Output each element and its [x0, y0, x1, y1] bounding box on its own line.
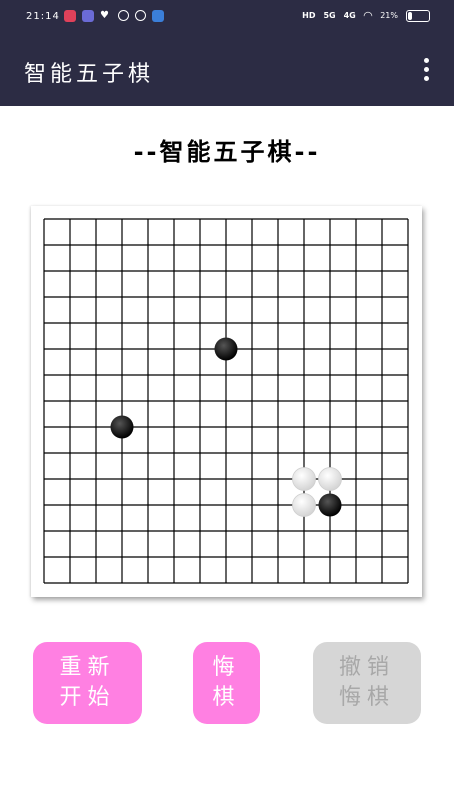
white-stone: [292, 493, 316, 517]
gomoku-board[interactable]: [31, 206, 422, 597]
black-stone: [214, 337, 238, 361]
notification-icons: ♥: [64, 10, 164, 22]
page-title: --智能五子棋--: [133, 138, 321, 166]
status-bar: 21:14 ♥ HD 5G 4G ◠ 21%: [0, 0, 454, 36]
black-stone: [110, 415, 134, 439]
status-time: 21:14: [26, 11, 60, 22]
4g-signal-label: 4G: [343, 11, 356, 20]
undo-button[interactable]: 悔 棋: [193, 642, 260, 724]
app-notification-icon: [152, 10, 164, 22]
app-bar: 智能五子棋: [0, 36, 454, 106]
app-notification-icon: [118, 10, 129, 21]
heart-icon: ♥: [100, 10, 109, 21]
hd-label: HD: [302, 11, 316, 20]
app-notification-icon: [64, 10, 76, 22]
5g-signal-label: 5G: [323, 11, 336, 20]
system-status-icons: HD 5G 4G ◠ 21%: [302, 9, 430, 22]
app-notification-icon: [135, 10, 146, 21]
board-grid[interactable]: [31, 206, 422, 597]
cancel-undo-button[interactable]: 撤销 悔棋: [313, 642, 421, 724]
white-stone: [318, 467, 342, 491]
battery-percent: 21%: [380, 11, 398, 20]
white-stone: [292, 467, 316, 491]
restart-button[interactable]: 重新 开始: [33, 642, 142, 724]
more-vert-icon[interactable]: [418, 58, 434, 84]
app-notification-icon: [82, 10, 94, 22]
battery-icon: [406, 9, 430, 22]
wifi-icon: ◠: [363, 9, 373, 22]
app-title: 智能五子棋: [24, 62, 155, 87]
black-stone: [318, 493, 342, 517]
